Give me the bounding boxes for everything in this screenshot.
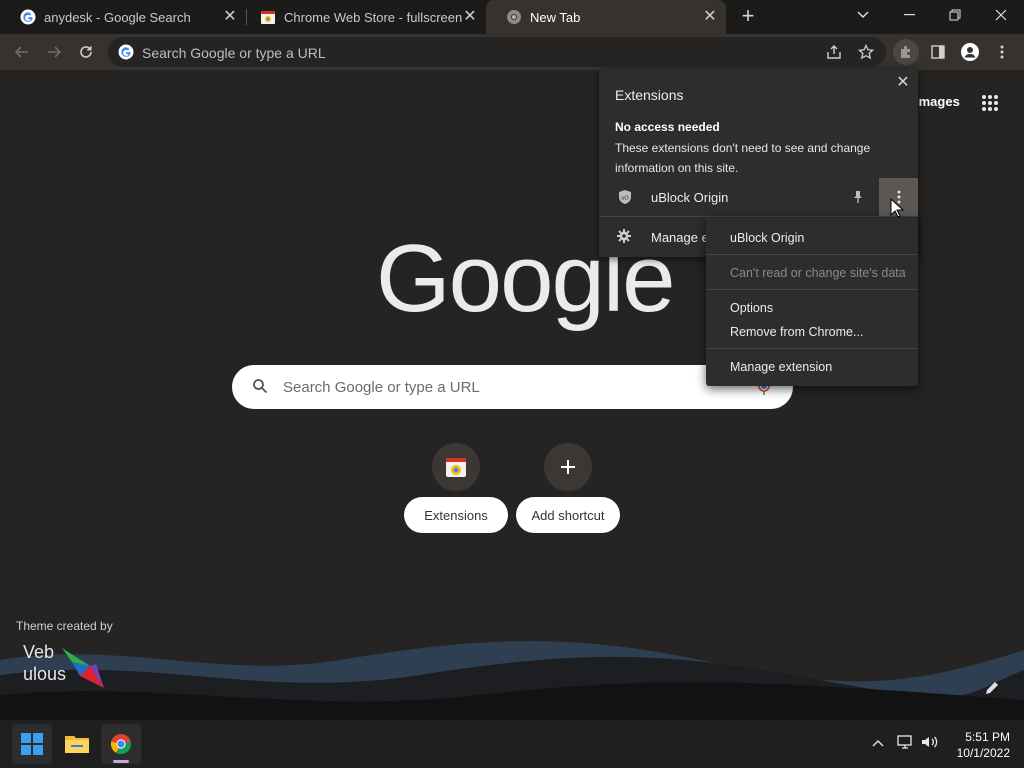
reload-icon: [80, 46, 92, 58]
extensions-popup-title: Extensions: [615, 87, 684, 103]
kebab-menu-icon: [1000, 45, 1004, 59]
menu-manage-extension[interactable]: Manage extension: [706, 356, 918, 378]
vebulous-logo[interactable]: Veb ulous: [22, 642, 114, 694]
network-icon[interactable]: [897, 734, 915, 753]
restore-button[interactable]: [932, 0, 978, 30]
menu-remove-from-chrome[interactable]: Remove from Chrome...: [706, 321, 918, 343]
web-store-icon: [261, 11, 275, 24]
forward-button[interactable]: [42, 40, 66, 64]
side-panel-icon: [931, 45, 945, 59]
theme-wave-decoration: [0, 641, 1024, 720]
menu-divider: [706, 348, 918, 349]
menu-divider: [706, 289, 918, 290]
chrome-icon: [507, 10, 521, 24]
tab-title: anydesk - Google Search: [44, 9, 191, 25]
profile-button[interactable]: [958, 40, 982, 64]
reload-button[interactable]: [74, 40, 98, 64]
shortcut-extensions-icon[interactable]: [432, 443, 480, 491]
close-tab-icon[interactable]: ✕: [222, 9, 238, 25]
tray-overflow-chevron-icon[interactable]: [872, 734, 884, 750]
chrome-taskbar-button[interactable]: [101, 724, 141, 764]
clock-time: 5:51 PM: [965, 730, 1010, 744]
restore-icon: [949, 9, 961, 21]
ublock-shield-icon: uO: [619, 190, 631, 204]
no-access-heading: No access needed: [615, 120, 720, 134]
tab-new-tab[interactable]: New Tab ✕: [486, 0, 726, 34]
close-tab-icon[interactable]: ✕: [702, 9, 718, 25]
no-access-description: These extensions don't need to see and c…: [615, 141, 871, 175]
customize-pencil-icon[interactable]: [984, 680, 1000, 696]
arrow-left-icon: [14, 46, 28, 58]
puzzle-icon: [901, 46, 910, 58]
tab-title: New Tab: [530, 9, 581, 25]
address-placeholder: Search Google or type a URL: [142, 45, 326, 61]
menu-site-access-status: Can't read or change site's data: [730, 266, 906, 280]
vebulous-feather-icon: [62, 648, 104, 688]
tab-search-button[interactable]: [840, 0, 886, 30]
start-button[interactable]: [12, 724, 52, 764]
add-shortcut-icon-wrap[interactable]: [544, 443, 592, 491]
theme-credit[interactable]: Theme created by: [16, 619, 113, 633]
share-button[interactable]: [822, 40, 846, 64]
chrome-icon: [110, 734, 132, 755]
tab-title: Chrome Web Store - fullscreen m: [284, 9, 464, 25]
google-g-icon: [20, 9, 36, 25]
profile-icon: [961, 43, 979, 61]
windows-logo-icon: [21, 733, 43, 755]
clock-date: 10/1/2022: [956, 746, 1010, 760]
plus-icon: [561, 460, 575, 474]
share-icon: [827, 45, 841, 59]
bookmark-button[interactable]: [854, 40, 878, 64]
tab-anydesk-search[interactable]: anydesk - Google Search ✕: [0, 0, 246, 34]
arrow-right-icon: [48, 46, 62, 58]
images-link[interactable]: Images: [915, 94, 960, 109]
menu-button[interactable]: [990, 40, 1014, 64]
close-icon: [995, 9, 1007, 21]
apps-grid-icon[interactable]: [981, 94, 999, 112]
pin-icon[interactable]: [852, 190, 864, 204]
new-tab-button[interactable]: +: [736, 5, 760, 28]
google-g-icon: [118, 44, 134, 60]
side-panel-button[interactable]: [926, 40, 950, 64]
shortcut-extensions[interactable]: Extensions: [404, 497, 508, 533]
gear-icon: [617, 229, 631, 243]
minimize-icon: [903, 14, 915, 16]
toolbar: Search Google or type a URL: [0, 34, 1024, 70]
close-tab-icon[interactable]: ✕: [462, 9, 478, 25]
search-icon: [253, 379, 268, 394]
folder-icon: [65, 736, 89, 753]
extensions-button[interactable]: [894, 40, 918, 64]
chevron-down-icon: [857, 11, 869, 18]
extension-row-ublock[interactable]: uO uBlock Origin: [599, 178, 918, 216]
file-explorer-button[interactable]: [57, 724, 97, 764]
close-window-button[interactable]: [978, 0, 1024, 30]
tab-strip: anydesk - Google Search ✕ Chrome Web Sto…: [0, 0, 1024, 34]
web-store-icon: [446, 458, 466, 477]
address-bar[interactable]: Search Google or type a URL: [108, 37, 886, 67]
mouse-cursor-icon: [890, 198, 904, 218]
add-shortcut-button[interactable]: Add shortcut: [516, 497, 620, 533]
extension-name: uBlock Origin: [651, 190, 729, 205]
menu-divider: [706, 254, 918, 255]
svg-text:uO: uO: [621, 196, 629, 202]
divider: [599, 216, 918, 217]
vebulous-line1: Veb: [23, 642, 55, 662]
extension-context-menu: uBlock Origin Can't read or change site'…: [706, 218, 918, 386]
back-button[interactable]: [10, 40, 34, 64]
minimize-button[interactable]: [886, 0, 932, 30]
active-app-indicator: [113, 760, 129, 763]
ntp-search-placeholder: Search Google or type a URL: [283, 379, 480, 396]
star-icon: [858, 44, 874, 60]
menu-header-ublock[interactable]: uBlock Origin: [706, 227, 918, 249]
close-icon[interactable]: ✕: [895, 75, 911, 91]
volume-icon[interactable]: [921, 734, 939, 753]
windows-taskbar: 5:51 PM 10/1/2022: [0, 720, 1024, 768]
menu-options[interactable]: Options: [706, 297, 918, 319]
tab-chrome-web-store[interactable]: Chrome Web Store - fullscreen m ✕: [240, 0, 486, 34]
taskbar-clock[interactable]: 5:51 PM 10/1/2022: [944, 729, 1010, 761]
